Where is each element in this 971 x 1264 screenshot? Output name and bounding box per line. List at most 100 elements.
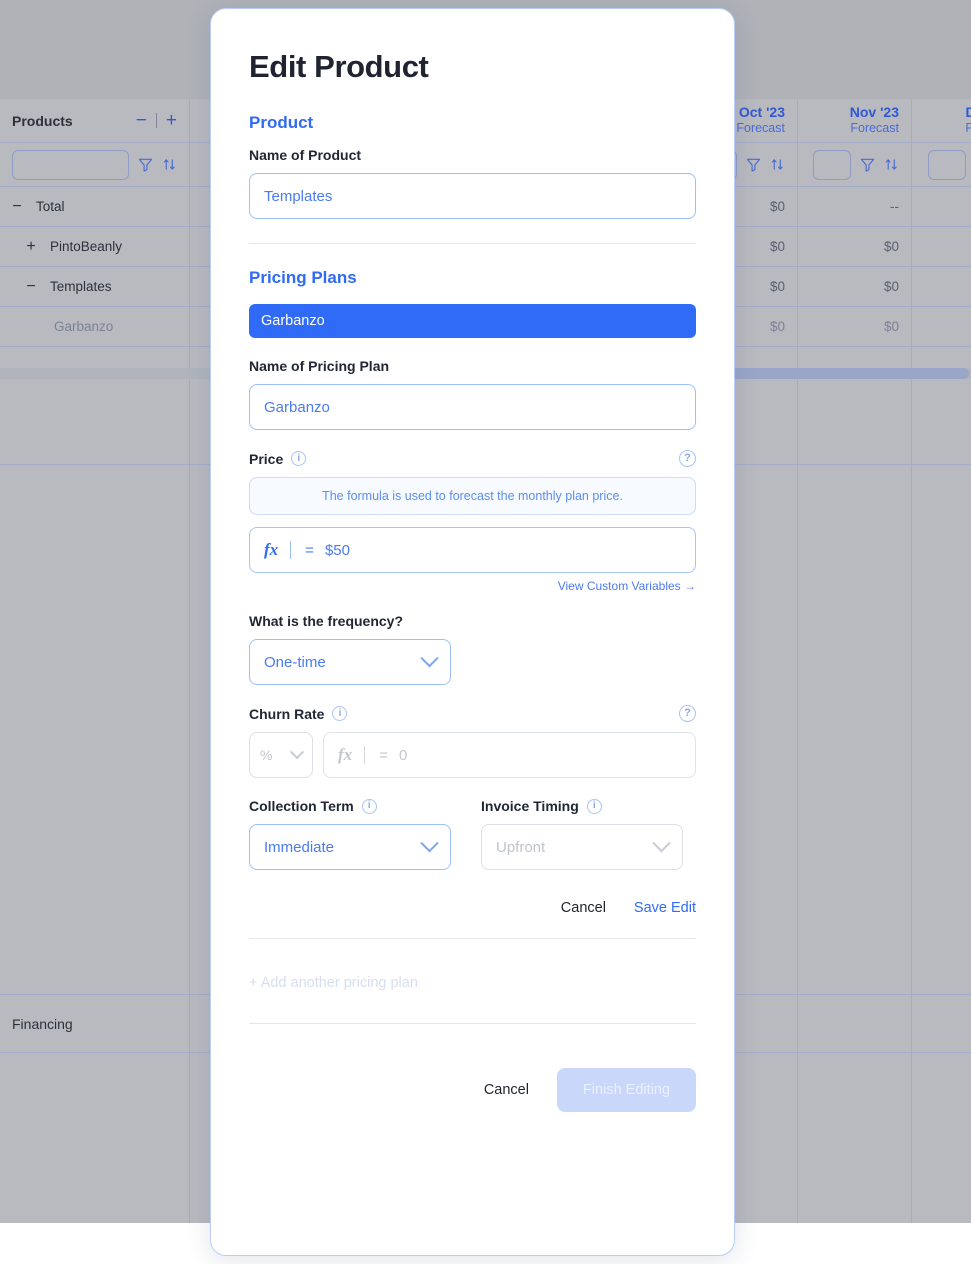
section-divider	[249, 243, 696, 244]
col-filter-input[interactable]	[813, 150, 851, 180]
row-toggle-icon[interactable]: −	[12, 198, 22, 216]
sort-icon[interactable]	[884, 157, 899, 172]
row-label-text: Garbanzo	[54, 319, 113, 334]
pricing-plan-tab-garbanzo[interactable]: Garbanzo	[249, 304, 696, 338]
product-name-value: Templates	[264, 188, 332, 205]
grid-blank-cell	[0, 372, 190, 464]
product-section-heading: Product	[249, 113, 696, 133]
products-title-text: Products	[12, 113, 73, 129]
col-month-sub: Forecast	[736, 121, 785, 137]
churn-formula-input[interactable]: fx = 0	[323, 732, 696, 778]
churn-unit-value: %	[260, 747, 272, 763]
col-month-sub: Forecast	[965, 121, 971, 137]
churn-label-row: Churn Rate i ?	[249, 705, 696, 722]
add-another-pricing-plan-button[interactable]: + Add another pricing plan	[249, 975, 696, 991]
cell-value[interactable]: $0	[798, 267, 912, 306]
app-screen: Products − + Jun '23 Forecast	[0, 0, 971, 1264]
grid-blank-cell	[798, 372, 912, 464]
frequency-value: One-time	[264, 654, 326, 671]
help-icon[interactable]: ?	[679, 705, 696, 722]
info-icon[interactable]: i	[362, 799, 377, 814]
grid-blank-cell	[912, 372, 971, 464]
invoice-timing-label: Invoice Timing	[481, 798, 579, 814]
row-label-garbanzo[interactable]: Garbanzo	[0, 307, 190, 346]
pricing-plans-heading: Pricing Plans	[249, 268, 696, 288]
row-label-text: Total	[36, 199, 65, 214]
cell-value[interactable]: $0	[912, 267, 971, 306]
products-expand-collapse[interactable]: − +	[136, 110, 177, 132]
filter-icon[interactable]	[860, 157, 875, 172]
cell-value[interactable]: --	[798, 187, 912, 226]
collection-term-group: Collection Term i Immediate	[249, 798, 451, 870]
page-title: Edit Product	[249, 49, 696, 85]
grid-blank-cell	[798, 465, 912, 994]
info-icon[interactable]: i	[291, 451, 306, 466]
col-header-nov23[interactable]: Nov '23 Forecast	[798, 99, 912, 142]
pricing-plan-tab-label: Garbanzo	[261, 313, 325, 329]
cell-value[interactable]: $0	[798, 307, 912, 346]
row-toggle-icon[interactable]: +	[26, 238, 36, 256]
help-icon[interactable]: ?	[679, 450, 696, 467]
cell-value[interactable]: --	[912, 187, 971, 226]
chevron-down-icon	[652, 834, 670, 852]
chevron-down-icon	[420, 834, 438, 852]
products-search-input[interactable]	[12, 150, 129, 180]
grid-blank-cell	[798, 1053, 912, 1223]
sort-icon[interactable]	[770, 157, 785, 172]
row-label-text: Templates	[50, 279, 112, 294]
cell-value[interactable]	[798, 995, 912, 1052]
cancel-button[interactable]: Cancel	[484, 1082, 529, 1098]
cell-value[interactable]: $0	[912, 307, 971, 346]
collapse-all-button[interactable]: −	[136, 110, 147, 132]
churn-rate-row: % fx = 0	[249, 732, 696, 778]
product-name-label: Name of Product	[249, 147, 696, 163]
frequency-select[interactable]: One-time	[249, 639, 451, 685]
pricing-plan-name-input[interactable]: Garbanzo	[249, 384, 696, 430]
frequency-label: What is the frequency?	[249, 613, 696, 629]
filter-icon[interactable]	[138, 157, 153, 172]
price-hint-text: The formula is used to forecast the mont…	[322, 489, 623, 503]
fx-icon: fx	[264, 540, 290, 560]
filter-icon[interactable]	[746, 157, 761, 172]
chevron-down-icon	[420, 649, 438, 667]
col-filter-input[interactable]	[928, 150, 966, 180]
equals-sign: =	[365, 747, 399, 764]
collection-term-select[interactable]: Immediate	[249, 824, 451, 870]
view-custom-variables-link[interactable]: View Custom Variables →	[249, 579, 696, 593]
cell-value[interactable]	[912, 995, 971, 1052]
invoice-timing-group: Invoice Timing i Upfront	[481, 798, 683, 870]
price-formula-input[interactable]: fx = $50	[249, 527, 696, 573]
plan-actions: Cancel Save Edit	[249, 900, 696, 916]
expand-all-button[interactable]: +	[166, 110, 177, 132]
churn-value: 0	[399, 747, 407, 764]
row-label-templates[interactable]: −Templates	[0, 267, 190, 306]
churn-unit-select[interactable]: %	[249, 732, 313, 778]
invoice-timing-select[interactable]: Upfront	[481, 824, 683, 870]
product-name-input[interactable]: Templates	[249, 173, 696, 219]
col-filter-dec23	[912, 143, 971, 186]
sort-icon[interactable]	[162, 157, 177, 172]
section-divider	[249, 1023, 696, 1024]
pricing-plan-name-value: Garbanzo	[264, 399, 330, 416]
row-label-financing[interactable]: Financing	[0, 995, 190, 1052]
row-label-pintobeanly[interactable]: +PintoBeanly	[0, 227, 190, 266]
col-month-label: Oct '23	[739, 104, 785, 122]
grid-blank-cell	[912, 1053, 971, 1223]
cell-value[interactable]: $0	[912, 227, 971, 266]
fx-icon: fx	[338, 745, 364, 765]
info-icon[interactable]: i	[332, 706, 347, 721]
plan-cancel-button[interactable]: Cancel	[561, 900, 606, 916]
col-header-dec23[interactable]: Dec '23 Forecast	[912, 99, 971, 142]
cell-value[interactable]: $0	[798, 227, 912, 266]
col-month-label: Dec '23	[966, 104, 971, 122]
info-icon[interactable]: i	[587, 799, 602, 814]
chevron-down-icon	[290, 745, 304, 759]
row-label-total[interactable]: −Total	[0, 187, 190, 226]
grid-blank-cell	[0, 1053, 190, 1223]
equals-sign: =	[291, 542, 325, 559]
collection-term-value: Immediate	[264, 839, 334, 856]
row-toggle-icon[interactable]: −	[26, 278, 36, 296]
edit-product-modal: Edit Product Product Name of Product Tem…	[210, 8, 735, 1256]
finish-editing-button[interactable]: Finish Editing	[557, 1068, 696, 1112]
plan-save-edit-button[interactable]: Save Edit	[634, 900, 696, 916]
